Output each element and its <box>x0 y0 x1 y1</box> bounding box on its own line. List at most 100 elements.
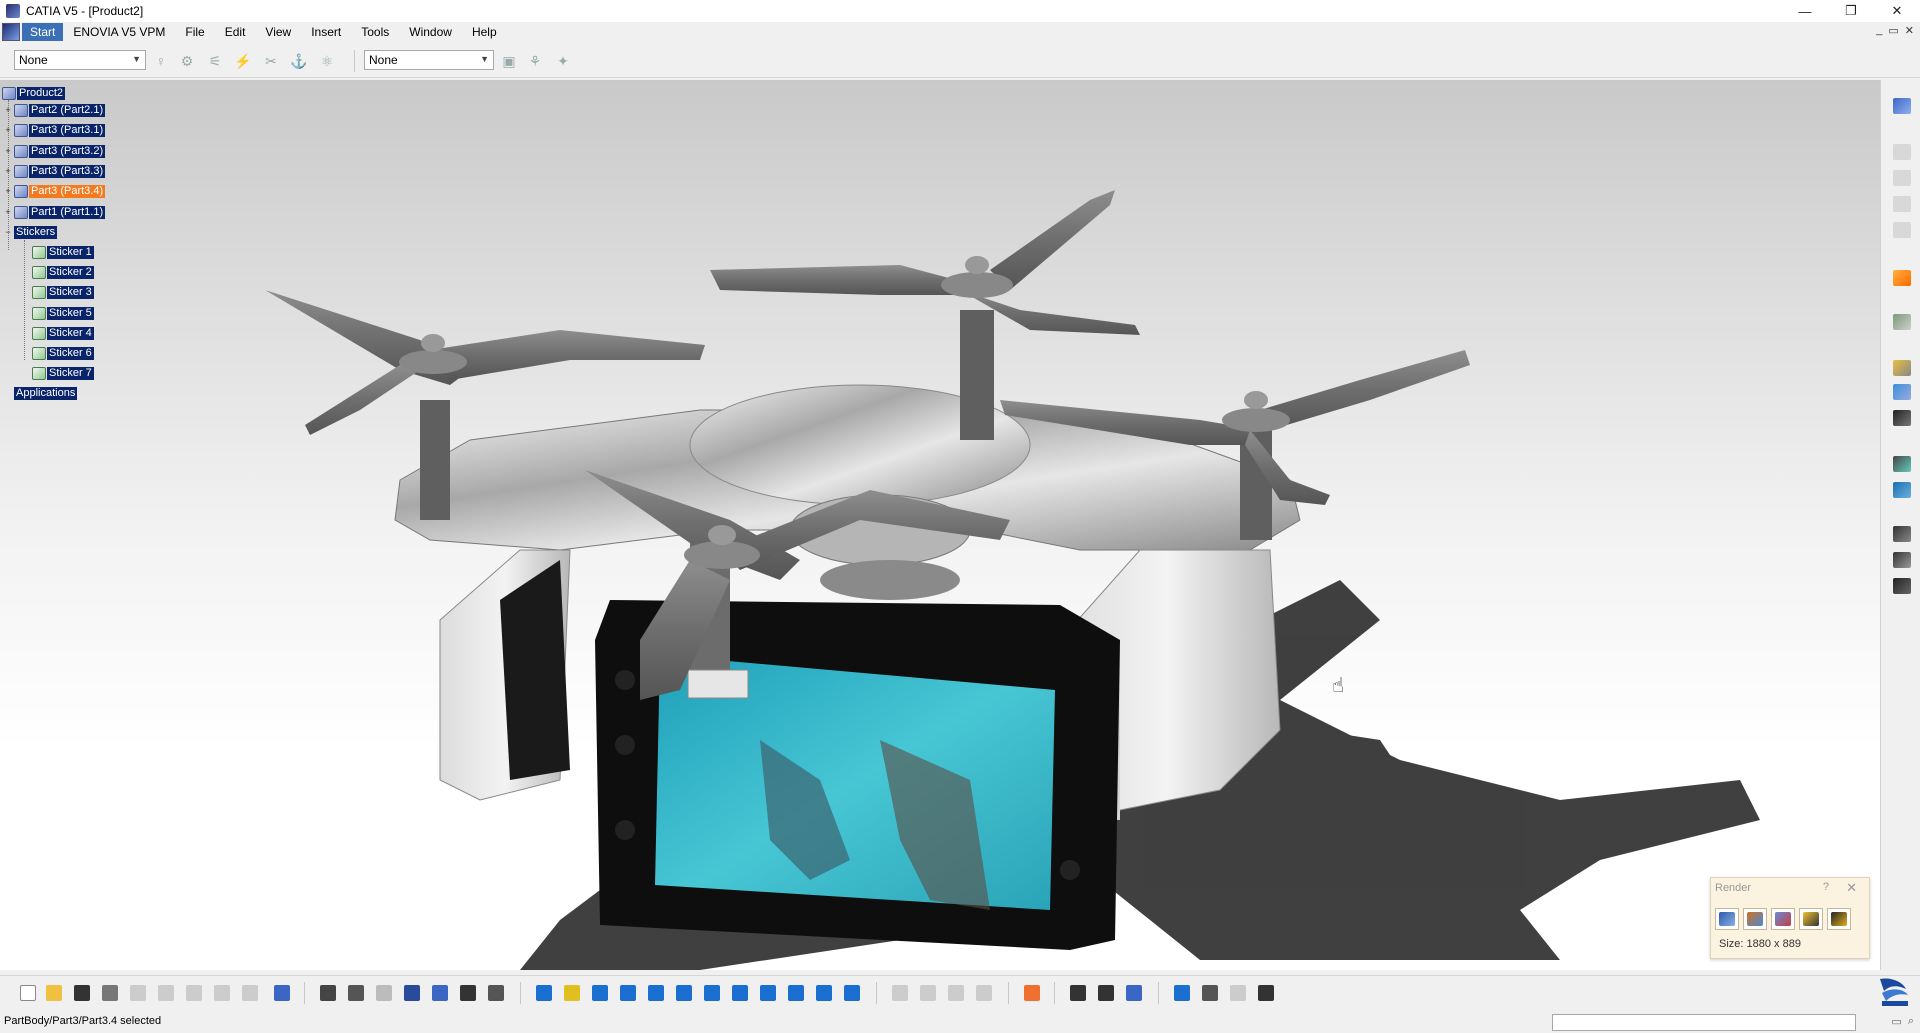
knowledge-icon[interactable] <box>374 983 394 1003</box>
expand-plus-icon[interactable]: + <box>4 106 12 115</box>
scene-icon[interactable] <box>1891 358 1913 378</box>
sticker-label[interactable]: Sticker 6 <box>47 346 94 360</box>
last-frame-icon[interactable] <box>1228 983 1248 1003</box>
new-file-icon[interactable] <box>18 983 38 1003</box>
filter-select-2[interactable]: None ▼ <box>364 50 494 70</box>
camera-filter-icon[interactable]: ⚘ <box>526 53 544 69</box>
menu-edit[interactable]: Edit <box>215 23 256 41</box>
measure-icon[interactable] <box>1124 983 1144 1003</box>
tree-node-label[interactable]: Part2 (Part2.1) <box>29 103 106 117</box>
minimize-button[interactable]: — <box>1782 0 1828 22</box>
menu-file[interactable]: File <box>175 23 214 41</box>
rotate-icon[interactable] <box>618 983 638 1003</box>
tree-node-sticker[interactable]: Sticker 1 <box>32 245 94 259</box>
zoom-out-icon[interactable] <box>674 983 694 1003</box>
expand-plus-icon[interactable]: + <box>4 126 12 135</box>
tree-node-stickers[interactable]: − Stickers <box>4 225 58 239</box>
tree-node-sticker[interactable]: Sticker 3 <box>32 285 94 299</box>
render-workbench-icon[interactable] <box>1891 96 1913 116</box>
menu-view[interactable]: View <box>255 23 301 41</box>
render-settings-button[interactable] <box>1743 908 1767 930</box>
explode-icon[interactable] <box>890 983 910 1003</box>
zoom-in-icon[interactable] <box>646 983 666 1003</box>
whats-this-icon[interactable] <box>272 983 292 1003</box>
tree-root-label[interactable]: Product2 <box>17 86 66 100</box>
print-icon[interactable] <box>100 983 120 1003</box>
close-button[interactable]: ✕ <box>1874 0 1920 22</box>
comment-icon[interactable] <box>346 983 366 1003</box>
menu-window[interactable]: Window <box>399 23 462 41</box>
filter-add-icon[interactable]: ⚡ <box>234 53 252 69</box>
expand-plus-icon[interactable]: + <box>4 167 12 176</box>
undo-icon[interactable] <box>212 983 232 1003</box>
manipulate-icon[interactable] <box>974 983 994 1003</box>
video-icon[interactable] <box>1891 550 1913 570</box>
doc-restore-button[interactable]: ▭ <box>1888 24 1898 37</box>
film-icon[interactable] <box>1891 576 1913 596</box>
multi-view-icon[interactable] <box>730 983 750 1003</box>
environment-icon[interactable] <box>1891 168 1913 188</box>
catia-menu-icon[interactable] <box>2 23 20 41</box>
expand-plus-icon[interactable]: + <box>4 208 12 217</box>
render-shot-button[interactable] <box>1715 908 1739 930</box>
hierarchy-filter-icon[interactable]: ⚓ <box>290 53 308 69</box>
shading-icon[interactable] <box>786 983 806 1003</box>
sticker-label[interactable]: Sticker 3 <box>47 285 94 299</box>
menu-insert[interactable]: Insert <box>301 23 351 41</box>
tree-node-part[interactable]: + Part1 (Part1.1) <box>4 205 106 219</box>
capture-icon[interactable] <box>1022 983 1042 1003</box>
iso-view-icon[interactable] <box>758 983 778 1003</box>
doc-close-button[interactable]: ✕ <box>1905 24 1914 37</box>
layer-filter-icon[interactable]: ⚟ <box>206 53 224 69</box>
render-view-button[interactable] <box>1771 908 1795 930</box>
pan-icon[interactable] <box>590 983 610 1003</box>
apply-material-icon[interactable] <box>1891 312 1913 332</box>
doc-minimize-button[interactable]: _ <box>1876 24 1882 37</box>
collapse-minus-icon[interactable]: − <box>4 228 12 237</box>
tree-node-sticker[interactable]: Sticker 4 <box>32 326 94 340</box>
catalog-browser-icon[interactable] <box>486 983 506 1003</box>
first-frame-icon[interactable] <box>1200 983 1220 1003</box>
fit-all-icon[interactable] <box>562 983 582 1003</box>
tree-node-part-selected[interactable]: + Part3 (Part3.4) <box>4 184 106 198</box>
filter-select-1[interactable]: None ▼ <box>14 50 146 70</box>
sectioning-icon[interactable] <box>1096 983 1116 1003</box>
formula-icon[interactable] <box>318 983 338 1003</box>
tree-node-sticker[interactable]: Sticker 7 <box>32 366 94 380</box>
status-page-icon[interactable]: ▭ <box>1891 1015 1901 1028</box>
search-icon[interactable] <box>1256 983 1276 1003</box>
stickers-label[interactable]: Stickers <box>14 225 58 239</box>
tree-node-label[interactable]: Part3 (Part3.3) <box>29 164 106 178</box>
tree-node-label[interactable]: Part3 (Part3.1) <box>29 123 106 137</box>
compass-icon[interactable] <box>1172 983 1192 1003</box>
hide-show-icon[interactable] <box>814 983 834 1003</box>
save-icon[interactable] <box>72 983 92 1003</box>
turntable-icon[interactable] <box>1891 408 1913 428</box>
visual-filter-icon[interactable]: ⚙ <box>178 53 196 69</box>
swap-visible-icon[interactable] <box>842 983 862 1003</box>
tree-root[interactable]: Product2 <box>2 86 66 100</box>
3d-viewport[interactable]: ☝ Product2 + Part2 (Part2.1) + Part3 (Pa… <box>0 80 1880 970</box>
sticker-label[interactable]: Sticker 7 <box>47 366 94 380</box>
tree-filter-icon[interactable]: ⚛ <box>318 53 336 69</box>
tree-node-label-highlighted[interactable]: Part3 (Part3.4) <box>29 184 106 198</box>
select-pointer-icon[interactable] <box>1891 268 1913 288</box>
normal-view-icon[interactable] <box>702 983 722 1003</box>
save-render-button[interactable] <box>1827 908 1851 930</box>
catalog-icon[interactable] <box>1891 524 1913 544</box>
cut-icon[interactable] <box>128 983 148 1003</box>
simulation-icon[interactable] <box>1891 480 1913 500</box>
camera-icon[interactable] <box>1891 220 1913 240</box>
expand-plus-icon[interactable]: + <box>4 187 12 196</box>
star-filter-icon[interactable]: ✦ <box>554 53 572 69</box>
sticker-label[interactable]: Sticker 4 <box>47 326 94 340</box>
tree-node-label[interactable]: Part1 (Part1.1) <box>29 205 106 219</box>
render-video-button[interactable] <box>1799 908 1823 930</box>
constraint-icon[interactable] <box>918 983 938 1003</box>
help-icon[interactable]: ? <box>1823 881 1829 893</box>
applications-label[interactable]: Applications <box>14 386 78 400</box>
tree-node-applications[interactable]: Applications <box>14 386 78 400</box>
table-icon[interactable] <box>402 983 422 1003</box>
lamp-icon[interactable]: ♀ <box>152 53 170 69</box>
sticker-label[interactable]: Sticker 1 <box>47 245 94 259</box>
